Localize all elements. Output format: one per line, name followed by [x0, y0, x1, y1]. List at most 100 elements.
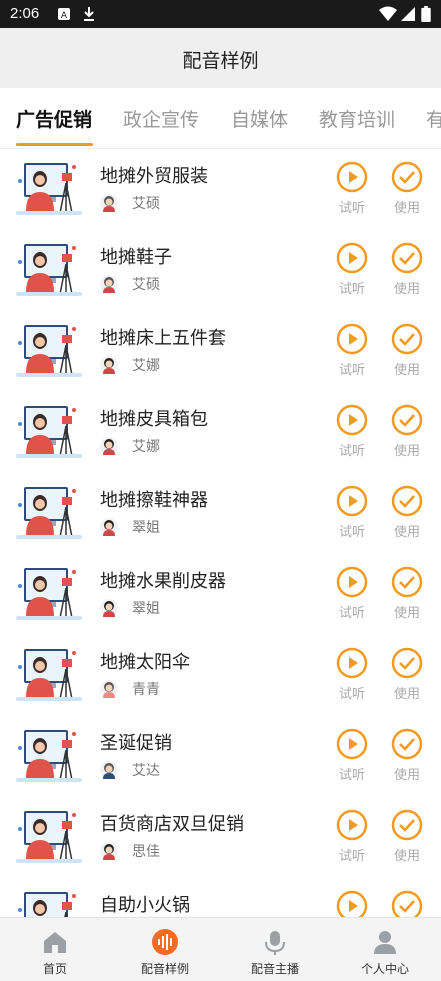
tab-more-partial[interactable]: 有 [426, 105, 441, 132]
use-button[interactable]: 使用 [389, 647, 425, 702]
voice-name: 翠姐 [132, 601, 160, 617]
wifi-icon [379, 6, 397, 21]
sample-title: 圣诞促销 [100, 733, 172, 754]
listen-button[interactable]: 试听 [334, 404, 370, 459]
listen-button[interactable]: 试听 [334, 242, 370, 297]
list-item[interactable]: 地摊鞋子艾硕 试听 使用 [0, 230, 441, 311]
battery-icon [421, 6, 431, 22]
listen-button[interactable]: 试听 [334, 890, 370, 917]
tab-self-media[interactable]: 自媒体 [231, 105, 288, 132]
listen-button[interactable]: 试听 [334, 728, 370, 783]
male-avatar-icon [100, 275, 118, 293]
listen-button[interactable]: 试听 [334, 485, 370, 540]
list-item[interactable]: 圣诞促销艾达 试听 使用 [0, 716, 441, 797]
microphone-icon [265, 931, 285, 955]
list-item[interactable]: 地摊皮具箱包艾娜 试听 使用 [0, 392, 441, 473]
male-avatar-icon [100, 194, 118, 212]
tab-education-training[interactable]: 教育培训 [319, 105, 395, 132]
play-icon [334, 242, 370, 274]
tab-ad-promotion[interactable]: 广告促销 [16, 105, 92, 132]
use-label: 使用 [393, 201, 420, 216]
check-icon [389, 404, 425, 436]
use-button[interactable]: 使用 [389, 809, 425, 864]
use-button[interactable]: 使用 [389, 323, 425, 378]
sample-title: 地摊太阳伞 [100, 652, 190, 673]
use-button[interactable]: 使用 [389, 566, 425, 621]
app-notification-icon: A [58, 8, 70, 21]
active-tab-indicator [16, 143, 93, 146]
female-avatar-icon [100, 356, 118, 374]
list-item[interactable]: 地摊外贸服装 艾硕 试听 使用 [0, 149, 441, 230]
use-label: 使用 [393, 282, 420, 297]
listen-label: 试听 [338, 606, 365, 621]
category-tabs: 广告促销 政企宣传 自媒体 教育培训 有 [0, 88, 441, 149]
nav-anchors[interactable]: 配音主播 [220, 918, 330, 981]
use-button[interactable]: 使用 [389, 242, 425, 297]
listen-label: 试听 [338, 525, 365, 540]
svg-text:A: A [61, 11, 68, 21]
sample-thumbnail [16, 161, 82, 217]
list-item[interactable]: 地摊擦鞋神器翠姐 试听 使用 [0, 473, 441, 554]
list-item[interactable]: 地摊太阳伞 青青 试听 使用 [0, 635, 441, 716]
check-icon [389, 566, 425, 598]
check-icon [389, 647, 425, 679]
use-label: 使用 [393, 606, 420, 621]
listen-button[interactable]: 试听 [334, 647, 370, 702]
nav-profile-label: 个人中心 [360, 962, 409, 976]
use-button[interactable]: 使用 [389, 161, 425, 216]
play-icon [334, 485, 370, 517]
sample-thumbnail [16, 728, 82, 784]
user-icon [374, 931, 396, 954]
nav-home[interactable]: 首页 [0, 918, 110, 981]
listen-button[interactable]: 试听 [334, 323, 370, 378]
nav-samples[interactable]: 配音样例 [110, 918, 220, 981]
listen-button[interactable]: 试听 [334, 809, 370, 864]
boy-avatar-icon [100, 761, 118, 779]
voice-name: 翠姐 [132, 520, 160, 536]
female-avatar-icon [100, 599, 118, 617]
voice-name: 艾娜 [132, 439, 160, 455]
check-icon [389, 242, 425, 274]
list-item[interactable]: 地摊床上五件套 艾娜 试听 使用 [0, 311, 441, 392]
female-avatar-icon [100, 437, 118, 455]
sample-title: 百货商店双旦促销 [100, 814, 244, 835]
sample-thumbnail [16, 809, 82, 865]
listen-label: 试听 [338, 363, 365, 378]
female-avatar-icon [100, 842, 118, 860]
voice-name: 艾娜 [132, 358, 160, 374]
tab-government-enterprise[interactable]: 政企宣传 [123, 105, 199, 132]
use-button[interactable]: 使用 [389, 485, 425, 540]
sample-title: 地摊皮具箱包 [100, 409, 208, 430]
download-icon [84, 7, 94, 21]
listen-button[interactable]: 试听 [334, 566, 370, 621]
nav-samples-label: 配音样例 [140, 962, 189, 976]
listen-button[interactable]: 试听 [334, 161, 370, 216]
sample-title: 地摊擦鞋神器 [100, 490, 208, 511]
check-icon [389, 728, 425, 760]
list-item[interactable]: 自助小火锅 试听使用 [0, 878, 441, 917]
sample-title: 地摊水果削皮器 [100, 571, 226, 592]
listen-label: 试听 [338, 768, 365, 783]
use-button[interactable]: 使用 [389, 404, 425, 459]
app-header: 配音样例 [0, 28, 441, 88]
listen-label: 试听 [338, 201, 365, 216]
check-icon [389, 890, 425, 917]
home-icon [44, 932, 66, 953]
sample-title: 地摊鞋子 [100, 247, 172, 268]
check-icon [389, 323, 425, 355]
sample-list: 地摊外贸服装 艾硕 试听 使用 地摊鞋子 艾硕 试听 使用 地摊床上五件套 艾娜 试听 使用 地摊皮具箱… [0, 149, 441, 917]
voice-name: 艾硕 [132, 277, 160, 293]
use-label: 使用 [393, 768, 420, 783]
use-label: 使用 [393, 363, 420, 378]
listen-label: 试听 [338, 444, 365, 459]
nav-anchors-label: 配音主播 [250, 962, 299, 976]
voice-name: 艾达 [132, 763, 160, 779]
list-item[interactable]: 地摊水果削皮器翠姐 试听 使用 [0, 554, 441, 635]
use-button[interactable]: 使用 [389, 890, 425, 917]
use-button[interactable]: 使用 [389, 728, 425, 783]
list-item[interactable]: 百货商店双旦促销思佳 试听 使用 [0, 797, 441, 878]
nav-profile[interactable]: 个人中心 [330, 918, 440, 981]
voice-name: 思佳 [132, 844, 160, 860]
sample-thumbnail [16, 566, 82, 622]
sample-title: 自助小火锅 [100, 895, 190, 916]
